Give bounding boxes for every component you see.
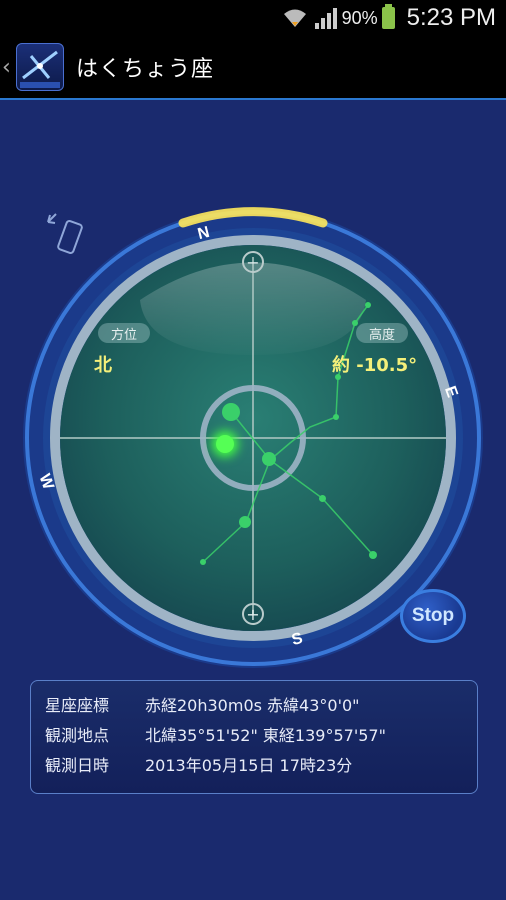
stop-button[interactable]: Stop [400,589,466,643]
star [365,302,371,308]
battery-icon [381,4,395,29]
zoom-out-button[interactable]: − [242,251,264,273]
star [222,403,240,421]
wifi-icon [282,7,308,29]
star-target [216,435,234,453]
info-label: 観測地点 [45,726,110,745]
battery-percent: 90% [341,7,378,28]
page-title: はくちょう座 [76,57,215,82]
star [369,551,377,559]
signal-icon [314,7,338,29]
star [239,516,251,528]
altitude-label: 高度 [356,323,408,343]
status-bar: 90% 5:23 PM [0,0,506,36]
constellation-app-icon[interactable] [16,43,64,91]
info-value: 2013年05月15日 17時23分 [145,756,353,775]
info-label: 観測日時 [45,756,110,775]
info-value: 赤経20h30m0s 赤緯43°0'0" [145,696,360,715]
info-row-location: 観測地点 北緯35°51'52" 東経139°57'57" [45,721,463,751]
info-label: 星座座標 [45,696,110,715]
star [352,320,358,326]
info-row-datetime: 観測日時 2013年05月15日 17時23分 [45,751,463,781]
chevron-left-icon[interactable]: ‹ [2,55,16,80]
star [335,374,341,380]
star [200,559,206,565]
azimuth-value: 北 [94,355,112,376]
info-panel: 星座座標 赤経20h30m0s 赤緯43°0'0" 観測地点 北緯35°51'5… [30,680,478,794]
star [319,495,326,502]
altitude-value: 約 -10.5° [332,355,418,376]
zoom-in-button[interactable]: + [242,603,264,625]
star [262,452,276,466]
action-bar: ‹ はくちょう座 [0,36,506,100]
star [333,414,339,420]
info-value: 北緯35°51'52" 東経139°57'57" [145,726,386,745]
azimuth-label: 方位 [98,323,150,343]
clock: 5:23 PM [406,4,496,31]
info-row-coordinates: 星座座標 赤経20h30m0s 赤緯43°0'0" [45,691,463,721]
